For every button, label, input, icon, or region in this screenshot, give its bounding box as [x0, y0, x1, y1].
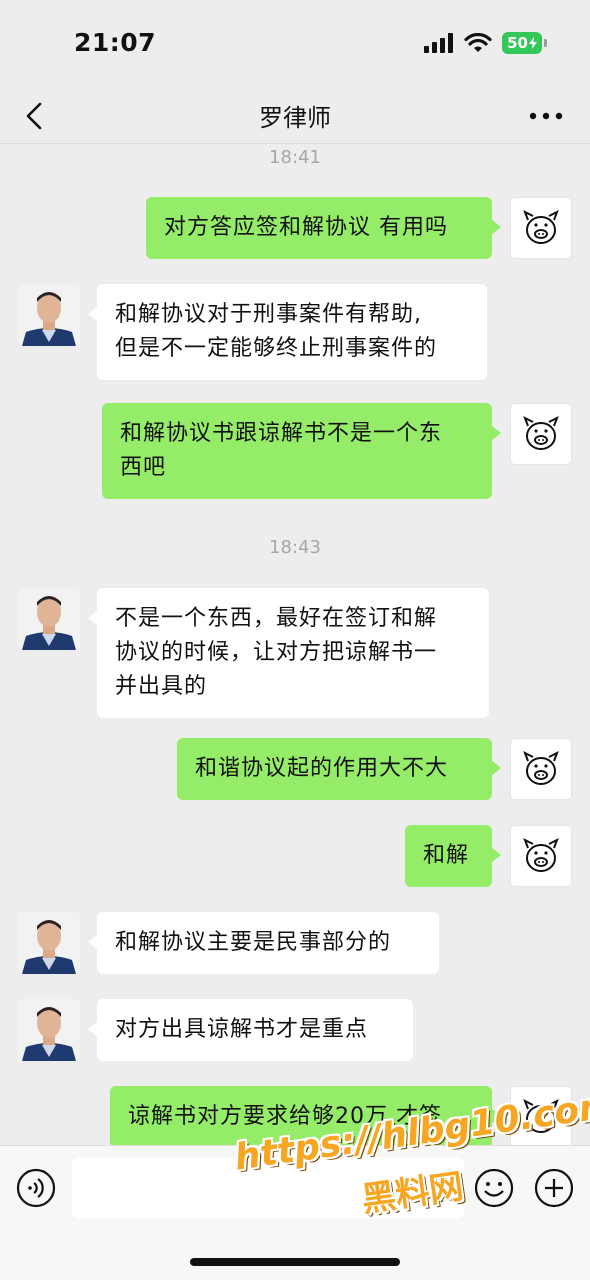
message-text: 对方出具谅解书才是重点	[115, 1017, 369, 1042]
chat-title: 罗律师	[259, 104, 331, 132]
self-avatar[interactable]	[510, 197, 572, 259]
message-text: 对方答应签和解协议 有用吗	[164, 215, 448, 240]
timestamp: 18:43	[269, 537, 321, 558]
message-bubble-received[interactable]: 和解协议对于刑事案件有帮助, 但是不一定能够终止刑事案件的	[88, 284, 487, 380]
message-text-line: 不是一个东西，最好在签订和解	[115, 606, 438, 631]
message-bubble-received[interactable]: 不是一个东西，最好在签订和解 协议的时候，让对方把谅解书一 并出具的	[88, 588, 489, 718]
lawyer-photo-icon	[18, 912, 80, 974]
message-text: 和谐协议起的作用大不大	[195, 756, 449, 781]
message-text-line: 和解协议对于刑事案件有帮助,	[115, 302, 422, 327]
battery-level: 50	[507, 34, 528, 52]
message-bubble-sent[interactable]: 对方答应签和解协议 有用吗	[146, 197, 501, 259]
lawyer-avatar[interactable]	[18, 284, 80, 346]
pig-face-icon	[523, 750, 559, 785]
message-text-line: 协议的时候，让对方把谅解书一	[115, 640, 438, 665]
message-bubble-sent[interactable]: 和解	[405, 825, 501, 887]
battery-icon: 50	[502, 32, 547, 54]
message-bubble-received[interactable]: 和解协议主要是民事部分的	[88, 912, 439, 974]
self-avatar[interactable]	[510, 403, 572, 465]
message-text: 和解协议主要是民事部分的	[115, 930, 392, 955]
signal-icon	[424, 33, 454, 53]
chat-message-list[interactable]: 18:41 对方答应签和解协议 有用吗 和解协议对于刑事案件有帮助, 但是不一定…	[0, 145, 590, 1145]
message-bubble-sent[interactable]: 和谐协议起的作用大不大	[177, 738, 501, 800]
lawyer-photo-icon	[18, 588, 80, 650]
voice-icon[interactable]	[16, 1168, 56, 1208]
lawyer-photo-icon	[18, 999, 80, 1061]
message-text-line: 和解协议书跟谅解书不是一个东	[120, 421, 443, 446]
status-icons: 50	[424, 32, 547, 54]
home-indicator[interactable]	[190, 1258, 400, 1266]
pig-face-icon	[523, 415, 559, 450]
message-text-line: 西吧	[120, 455, 167, 480]
pig-face-icon	[523, 209, 559, 244]
status-time: 21:07	[74, 28, 157, 57]
lawyer-avatar[interactable]	[18, 912, 80, 974]
wifi-icon	[464, 33, 492, 52]
lawyer-avatar[interactable]	[18, 588, 80, 650]
message-text-line: 并出具的	[115, 674, 208, 699]
message-bubble-sent[interactable]: 和解协议书跟谅解书不是一个东 西吧	[102, 403, 501, 499]
more-dots-icon[interactable]	[528, 108, 564, 124]
pig-face-icon	[523, 837, 559, 872]
watermark-site: 黑料网	[359, 1166, 466, 1221]
timestamp: 18:41	[269, 147, 321, 168]
message-bubble-received[interactable]: 对方出具谅解书才是重点	[88, 999, 413, 1061]
status-bar: 21:07 50	[0, 0, 590, 88]
message-text: 和解	[423, 843, 470, 868]
self-avatar[interactable]	[510, 738, 572, 800]
lawyer-photo-icon	[18, 284, 80, 346]
chat-header: 罗律师	[0, 88, 590, 144]
message-text-line: 但是不一定能够终止刑事案件的	[115, 336, 438, 361]
self-avatar[interactable]	[510, 825, 572, 887]
lawyer-avatar[interactable]	[18, 999, 80, 1061]
